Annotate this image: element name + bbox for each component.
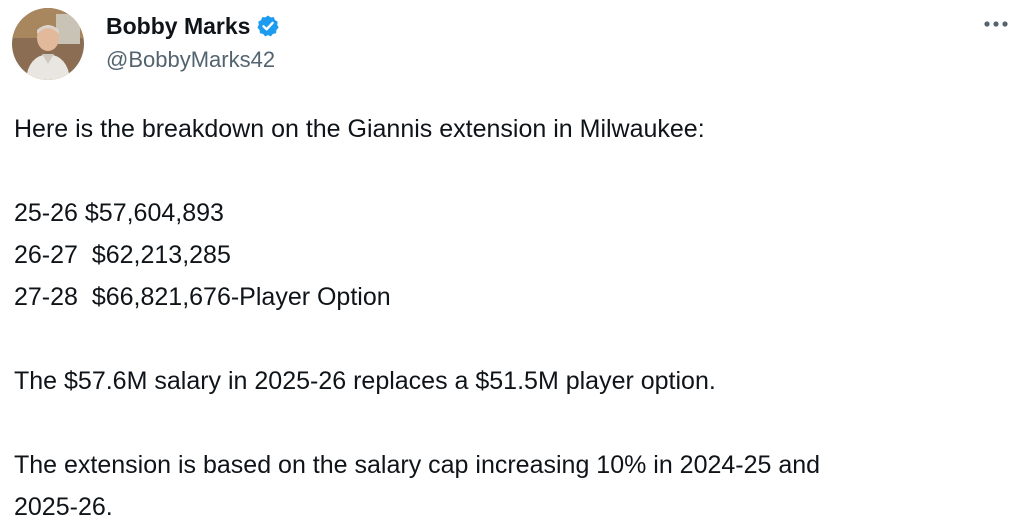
tweet-note: The extension is based on the salary cap… [14,451,821,479]
author-name[interactable]: Bobby Marks [106,13,250,40]
author-handle[interactable]: @BobbyMarks42 [106,47,275,73]
tweet-note: The $57.6M salary in 2025-26 replaces a … [14,367,716,395]
more-horizontal-icon[interactable] [982,14,1010,34]
salary-line: 25-26 $57,604,893 [14,199,224,227]
tweet-card: Bobby Marks @BobbyMarks42 Here is the br… [0,0,1024,525]
salary-line: 27-28 $66,821,676-Player Option [14,283,391,311]
salary-line: 26-27 $62,213,285 [14,241,231,269]
verified-badge-icon [256,14,280,38]
avatar[interactable] [12,8,84,80]
tweet-text: Here is the breakdown on the Giannis ext… [14,108,1014,525]
tweet-intro: Here is the breakdown on the Giannis ext… [14,115,705,143]
author-name-row: Bobby Marks [106,10,280,42]
tweet-note: 2025-26. [14,493,113,521]
profile-photo-icon [12,8,84,80]
